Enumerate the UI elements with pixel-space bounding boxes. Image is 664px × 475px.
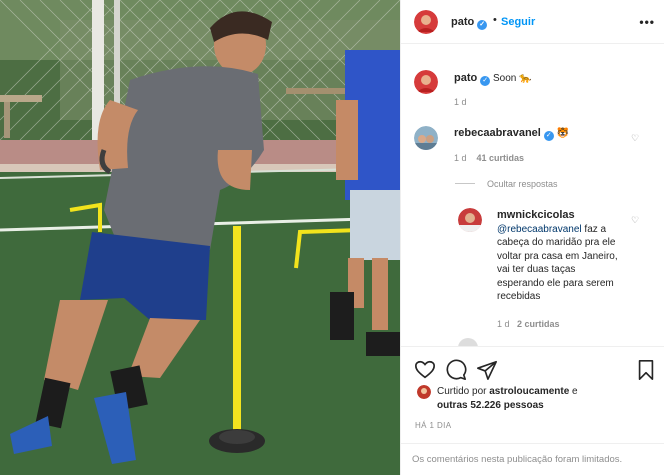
- reply-comment: mwnickcicolas @rebecaabravanel faz a cab…: [497, 209, 621, 304]
- comments-limited-text: Os comentários nesta publicação foram li…: [412, 454, 623, 465]
- author-username-text[interactable]: pato: [451, 16, 474, 28]
- leopard-emoji: 🐆: [519, 73, 532, 84]
- comment-time: 1 d: [454, 153, 467, 163]
- more-options-icon[interactable]: •••: [639, 15, 655, 29]
- tiger-emoji: 🐯: [556, 128, 570, 139]
- likes-middle: e: [569, 386, 578, 397]
- post-panel: pato ✓ • Seguir ••• pato ✓ Soon 🐆 1 d rebe…: [400, 0, 664, 475]
- post-header: pato ✓ • Seguir •••: [401, 0, 664, 44]
- comment-likes[interactable]: 41 curtidas: [477, 153, 525, 163]
- post-time-ago[interactable]: HÁ 1 DIA: [415, 421, 452, 430]
- reply-likes[interactable]: 2 curtidas: [517, 319, 560, 329]
- caption-time: 1 d: [454, 97, 467, 107]
- author-avatar[interactable]: [414, 10, 438, 34]
- mention-link[interactable]: @rebecaabravanel: [497, 224, 582, 235]
- reply-text: faz a cabeça do maridão pra ele voltar p…: [497, 223, 618, 303]
- comment-icon[interactable]: [445, 359, 467, 381]
- next-comment-avatar[interactable]: [458, 338, 478, 346]
- author-username[interactable]: pato ✓: [451, 16, 488, 30]
- reply-time: 1 d: [497, 319, 510, 329]
- likes-text: Curtido por astroloucamente e outras 52.…: [437, 385, 657, 413]
- likes-prefix: Curtido por: [437, 386, 490, 397]
- header-separator: •: [493, 14, 497, 26]
- comments-limited-notice: Os comentários nesta publicação foram li…: [401, 443, 664, 475]
- reply-avatar[interactable]: [458, 208, 482, 232]
- verified-icon: ✓: [477, 20, 488, 30]
- comment-1-meta: 1 d 41 curtidas: [454, 153, 524, 163]
- heart-icon[interactable]: [414, 359, 436, 381]
- actions-section: Curtido por astroloucamente e outras 52.…: [401, 346, 664, 475]
- hide-replies-button[interactable]: Ocultar respostas: [487, 179, 558, 189]
- caption: pato ✓ Soon 🐆: [454, 72, 654, 86]
- likes-count[interactable]: outras 52.226 pessoas: [437, 400, 544, 411]
- reply-username[interactable]: mwnickcicolas: [497, 209, 575, 221]
- caption-text: Soon: [493, 73, 517, 84]
- liker-avatar[interactable]: [417, 385, 431, 399]
- like-comment-heart-icon[interactable]: ♡: [631, 133, 639, 144]
- bookmark-icon[interactable]: [635, 359, 657, 381]
- comment-1: rebecaabravanel ✓ 🐯: [454, 127, 634, 141]
- comment-avatar[interactable]: [414, 126, 438, 150]
- caption-avatar[interactable]: [414, 70, 438, 94]
- comments-list[interactable]: pato ✓ Soon 🐆 1 d rebecaabravanel ✓ 🐯 ♡ 1 …: [401, 44, 664, 346]
- verified-icon: ✓: [480, 76, 491, 86]
- caption-username[interactable]: pato: [454, 72, 477, 84]
- paper-plane-icon[interactable]: [476, 359, 498, 381]
- comment-username[interactable]: rebecaabravanel: [454, 127, 541, 139]
- like-reply-heart-icon[interactable]: ♡: [631, 215, 639, 226]
- reply-meta: 1 d 2 curtidas: [497, 319, 560, 329]
- verified-icon: ✓: [543, 131, 554, 141]
- replies-divider: [455, 183, 475, 184]
- liker-username[interactable]: astroloucamente: [489, 386, 569, 397]
- follow-button[interactable]: Seguir: [501, 16, 535, 28]
- post-photo: [0, 0, 400, 475]
